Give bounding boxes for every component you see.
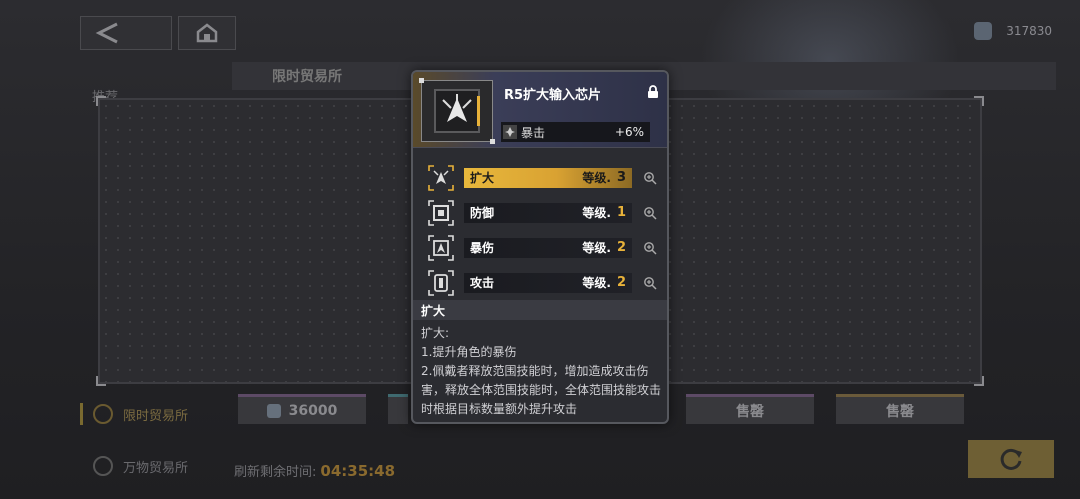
- skill-row[interactable]: 防御 等级. 1: [427, 195, 657, 230]
- zoom-icon[interactable]: [643, 276, 657, 290]
- lock-button[interactable]: [645, 84, 661, 100]
- skill-name: 防御: [470, 206, 495, 220]
- skill-row[interactable]: 暴伤 等级. 2: [427, 230, 657, 265]
- refresh-button[interactable]: [968, 440, 1054, 478]
- active-indicator: [80, 403, 83, 425]
- crit-icon: [503, 125, 517, 139]
- trade-icon: [93, 404, 113, 424]
- sold-out-button[interactable]: 售罄: [686, 394, 814, 424]
- home-button[interactable]: [178, 16, 236, 50]
- sold-out-label: 售罄: [886, 403, 914, 420]
- zoom-icon[interactable]: [643, 171, 657, 185]
- skill-row[interactable]: 攻击 等级. 2: [427, 265, 657, 300]
- main-stat: 暴击 +6%: [501, 122, 650, 142]
- description-line: 扩大:: [421, 326, 450, 340]
- refresh-time: 04:35:48: [320, 462, 396, 480]
- currency-value: 317830: [1006, 24, 1052, 38]
- trade-icon: [93, 456, 113, 476]
- panel-corner: [974, 96, 984, 106]
- description-text: 扩大: 1.提升角色的暴伤 2.佩戴者释放范围技能时，增加造成攻击伤害，释放全体…: [421, 324, 665, 419]
- sidebar-item-label: 限时贸易所: [123, 408, 189, 424]
- crit-damage-icon: [427, 234, 455, 262]
- price-button[interactable]: [388, 394, 408, 424]
- refresh-icon: [1000, 448, 1022, 470]
- skill-bar: 攻击 等级. 2: [464, 272, 632, 293]
- skill-level: 2: [616, 240, 626, 255]
- skill-level-label: 等级.: [582, 206, 611, 220]
- zoom-icon[interactable]: [643, 206, 657, 220]
- skill-name: 暴伤: [470, 241, 495, 255]
- popup-header: R5扩大输入芯片 暴击 +6%: [413, 72, 667, 148]
- description-line: 1.提升角色的暴伤: [421, 345, 517, 359]
- main-stat-name: 暴击: [521, 125, 546, 140]
- back-button[interactable]: [80, 16, 172, 50]
- chip-name: R5扩大输入芯片: [504, 88, 602, 103]
- currency-icon: [974, 22, 993, 40]
- lock-icon: [648, 85, 658, 98]
- chip-detail-popup: R5扩大输入芯片 暴击 +6% 扩大 等级. 3 防御 等级. 1 暴伤 等级.…: [411, 70, 669, 424]
- currency-icon: [266, 403, 281, 418]
- skill-level: 2: [616, 275, 626, 290]
- panel-corner: [96, 376, 106, 386]
- skill-level-label: 等级.: [582, 171, 611, 185]
- refresh-label: 刷新剩余时间:: [234, 465, 317, 480]
- skill-name: 扩大: [470, 171, 495, 185]
- back-arrow-icon: [95, 22, 118, 44]
- section-title: 限时贸易所: [272, 69, 342, 85]
- sidebar-item-label: 万物贸易所: [123, 460, 189, 476]
- skill-list: 扩大 等级. 3 防御 等级. 1 暴伤 等级. 2 攻击 等级. 2: [427, 160, 657, 300]
- defense-icon: [427, 199, 455, 227]
- chip-icon: [434, 89, 480, 133]
- skill-bar: 暴伤 等级. 2: [464, 237, 632, 258]
- main-stat-value: +6%: [614, 125, 644, 139]
- attack-icon: [427, 269, 455, 297]
- expand-icon: [427, 164, 455, 192]
- price-label: 36000: [288, 402, 338, 419]
- home-icon: [196, 23, 218, 43]
- currency-display: 317830: [974, 22, 1052, 40]
- panel-corner: [974, 376, 984, 386]
- description-line: 2.佩戴者释放范围技能时，增加造成攻击伤害，释放全体范围技能时，全体范围技能攻击…: [421, 364, 662, 416]
- sold-out-label: 售罄: [736, 403, 764, 420]
- skill-level: 1: [616, 205, 626, 220]
- skill-name: 攻击: [470, 276, 495, 290]
- skill-level: 3: [616, 170, 626, 185]
- sold-out-button[interactable]: 售罄: [836, 394, 964, 424]
- skill-level-label: 等级.: [582, 276, 611, 290]
- price-button[interactable]: 36000: [238, 394, 366, 424]
- skill-level-label: 等级.: [582, 241, 611, 255]
- description-title: 扩大: [413, 300, 667, 320]
- refresh-timer: 刷新剩余时间: 04:35:48: [234, 461, 395, 480]
- skill-bar: 防御 等级. 1: [464, 202, 632, 223]
- sidebar-item-general-trade[interactable]: 万物贸易所: [93, 456, 188, 476]
- panel-corner: [96, 96, 106, 106]
- skill-bar: 扩大 等级. 3: [464, 167, 632, 188]
- zoom-icon[interactable]: [643, 241, 657, 255]
- sidebar-item-limited-trade[interactable]: 限时贸易所: [80, 403, 188, 425]
- chip-image: [419, 78, 495, 144]
- skill-row[interactable]: 扩大 等级. 3: [427, 160, 657, 195]
